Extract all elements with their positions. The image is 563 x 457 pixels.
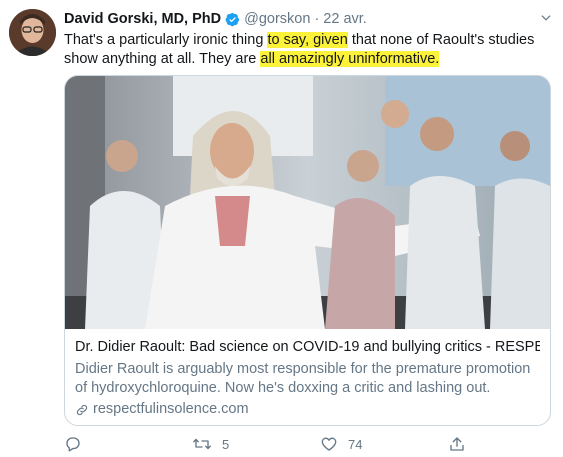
share-button[interactable] [448, 435, 466, 453]
tweet-actions: 5 74 [64, 434, 484, 454]
separator-dot: · [314, 11, 320, 27]
avatar[interactable] [9, 9, 56, 56]
reply-button[interactable] [64, 435, 192, 453]
highlighted-text: all amazingly uninformative. [260, 51, 440, 67]
retweet-icon [193, 438, 211, 450]
share-icon [450, 437, 464, 451]
card-image [65, 76, 550, 329]
card-description: Didier Raoult is arguably most responsib… [75, 361, 531, 396]
verified-icon [225, 12, 240, 26]
link-icon [76, 404, 88, 415]
card-body: Dr. Didier Raoult: Bad science on COVID-… [65, 329, 550, 419]
card-domain-row: respectfulinsolence.com [75, 400, 540, 419]
tweet-header: David Gorski, MD, PhD @gorskon · 22 avr. [64, 9, 553, 29]
tweet-text: That's a particularly ironic thing to sa… [64, 31, 544, 69]
reply-icon [66, 437, 80, 452]
retweet-count: 5 [222, 436, 230, 452]
card-title[interactable]: Dr. Didier Raoult: Bad science on COVID-… [75, 338, 540, 357]
like-icon [321, 437, 337, 451]
caret-down-icon[interactable] [539, 11, 553, 25]
link-card[interactable]: Dr. Didier Raoult: Bad science on COVID-… [64, 75, 551, 426]
tweet-text-part: That's a particularly ironic thing [64, 32, 268, 48]
author-handle[interactable]: @gorskon [244, 11, 310, 27]
tweet-date[interactable]: 22 avr. [323, 11, 367, 27]
author-name[interactable]: David Gorski, MD, PhD [64, 11, 221, 27]
like-button[interactable]: 74 [320, 435, 448, 453]
retweet-button[interactable]: 5 [192, 435, 320, 453]
highlighted-text: to say, given [267, 32, 348, 48]
card-domain[interactable]: respectfulinsolence.com [93, 400, 249, 419]
like-count: 74 [348, 436, 363, 452]
